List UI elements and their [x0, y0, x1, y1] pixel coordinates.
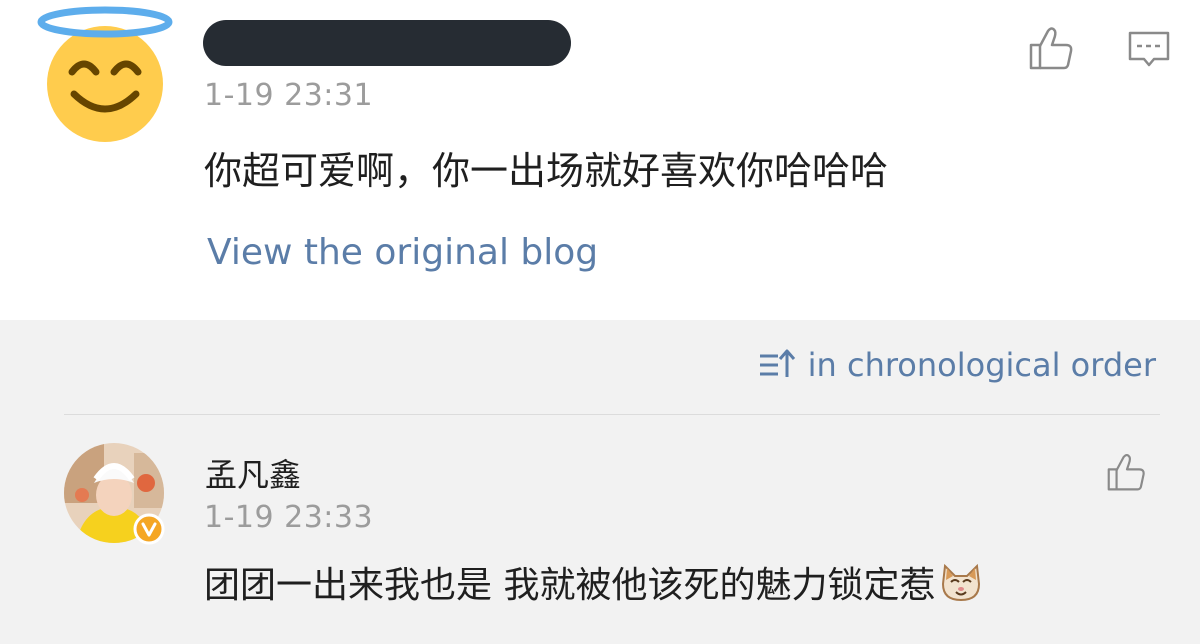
view-original-blog-link[interactable]: View the original blog: [207, 232, 598, 273]
section-divider: [64, 414, 1160, 415]
verified-badge-icon: [133, 513, 165, 545]
reply-text: 团团一出来我也是 我就被他该死的魅力锁定惹: [204, 565, 936, 606]
sort-order-label: in chronological order: [807, 346, 1156, 384]
sort-icon: [759, 349, 795, 377]
reply-timestamp: 1-19 23:33: [204, 500, 374, 535]
smiling-face-with-halo-icon[interactable]: [34, 4, 184, 144]
reply-thumbs-up-icon[interactable]: [1106, 452, 1148, 492]
comment-timestamp: 1-19 23:31: [204, 78, 374, 113]
redacted-username: [203, 20, 571, 66]
thumbs-up-icon[interactable]: [1028, 25, 1076, 71]
comment-text: 你超可爱啊，你一出场就好喜欢你哈哈哈: [204, 149, 889, 193]
reply-text-row: 团团一出来我也是 我就被他该死的魅力锁定惹: [204, 556, 983, 608]
sort-order-toggle[interactable]: in chronological order: [758, 346, 1156, 384]
comment-card: 1-19 23:31 你超可爱啊，你一出场就好喜欢你哈哈哈 View the o…: [0, 0, 1200, 320]
reply-author-name[interactable]: 孟凡鑫: [205, 450, 301, 496]
comment-icon[interactable]: [1127, 30, 1171, 70]
cat-face-emoji-icon: [942, 563, 981, 602]
